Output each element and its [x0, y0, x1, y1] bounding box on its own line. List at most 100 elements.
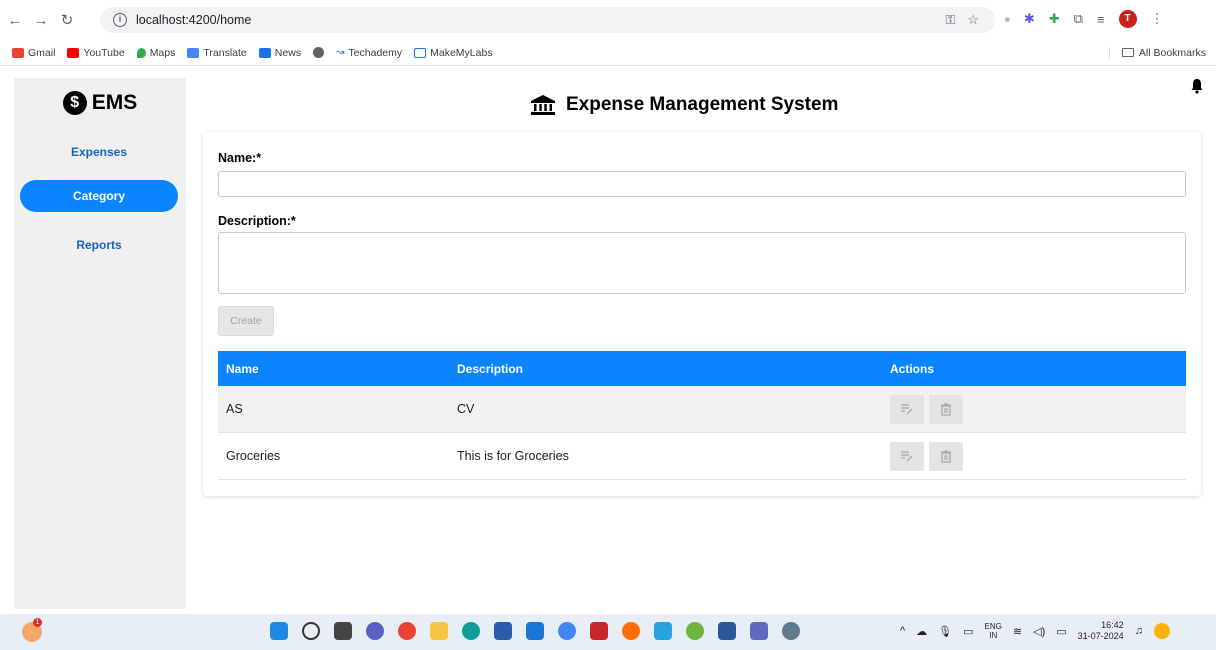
cell-actions — [882, 441, 1186, 471]
address-bar[interactable]: i localhost:4200/home ⚿ ☆ — [100, 7, 995, 33]
category-card: Name:* Description:* Create Name Descrip… — [203, 132, 1201, 496]
bookmark-maps[interactable]: Maps — [136, 47, 175, 59]
settings-gear-icon[interactable] — [782, 622, 800, 640]
vscode-icon[interactable] — [526, 622, 544, 640]
extension-icon[interactable]: ✱ — [1024, 11, 1035, 27]
delete-button[interactable] — [929, 394, 963, 424]
sidebar-item-reports[interactable]: Reports — [20, 229, 178, 261]
reload-icon[interactable]: ↻ — [56, 11, 78, 29]
bookmark-translate[interactable]: Translate — [187, 47, 247, 59]
folder-icon — [1121, 48, 1134, 57]
postman-icon[interactable] — [622, 622, 640, 640]
word-icon[interactable] — [718, 622, 736, 640]
store-icon[interactable] — [494, 622, 512, 640]
language-indicator[interactable]: ENG IN — [985, 622, 1002, 640]
url-text[interactable]: localhost:4200/home — [136, 13, 251, 27]
notification-bell-icon[interactable]: ♫ — [1135, 625, 1143, 637]
cell-actions — [882, 394, 1186, 424]
all-bookmarks[interactable]: All Bookmarks — [1108, 46, 1206, 59]
edit-icon — [901, 404, 913, 415]
bookmark-gmail[interactable]: Gmail — [12, 47, 55, 59]
bookmark-star-icon[interactable]: ☆ — [967, 12, 979, 28]
chrome-icon[interactable] — [398, 622, 416, 640]
app-root: $ EMS Expenses Category Reports Expense … — [0, 66, 1216, 614]
maps-icon — [136, 47, 146, 58]
sidebar-item-expenses[interactable]: Expenses — [20, 136, 178, 168]
edit-button[interactable] — [890, 441, 924, 471]
bookmark-makemylabs[interactable]: MakeMyLabs — [414, 47, 493, 59]
menu-kebab-icon[interactable]: ⋮ — [1151, 11, 1164, 27]
task-view-icon[interactable] — [334, 622, 352, 640]
display-icon[interactable]: ▭ — [963, 625, 973, 638]
sidebar-item-category[interactable]: Category — [20, 180, 178, 212]
globe-icon — [313, 47, 325, 58]
name-input[interactable] — [218, 171, 1186, 197]
edge-icon[interactable] — [462, 622, 480, 640]
microphone-icon[interactable]: 🎙 — [938, 625, 952, 638]
bookmark-youtube[interactable]: YouTube — [67, 47, 125, 59]
trash-icon — [941, 449, 951, 463]
clock[interactable]: 16:42 31-07-2024 — [1078, 620, 1124, 642]
gmail-icon — [12, 47, 24, 58]
windows-taskbar: 1 ^ ☁ 🎙 ▭ ENG IN ≋ ◁) ▭ 16:42 31-07-2024… — [0, 614, 1216, 650]
edit-icon — [901, 451, 913, 462]
site-info-icon[interactable]: i — [113, 13, 127, 27]
techademy-icon: ↝ — [336, 47, 345, 58]
profile-avatar[interactable]: T — [1118, 10, 1137, 28]
teams-icon[interactable] — [366, 622, 384, 640]
page-title-text: Expense Management System — [566, 94, 839, 115]
description-textarea[interactable] — [218, 232, 1186, 294]
app-icon[interactable] — [558, 622, 576, 640]
bookmark-techademy[interactable]: ↝ Techademy — [336, 47, 402, 59]
table-row: Groceries This is for Groceries — [218, 433, 1186, 480]
snipping-icon[interactable] — [750, 622, 768, 640]
cell-name: AS — [226, 402, 243, 416]
bookmarks-bar: Gmail YouTube Maps Translate News ↝ Techa… — [0, 40, 1216, 66]
cell-name: Groceries — [226, 449, 281, 463]
start-icon[interactable] — [270, 622, 288, 640]
description-label: Description:* — [218, 214, 296, 228]
extension-icon[interactable]: ✚ — [1049, 11, 1060, 27]
mcafee-icon[interactable] — [590, 622, 608, 640]
makemylabs-icon — [414, 47, 427, 58]
translate-icon — [187, 47, 200, 58]
file-explorer-icon[interactable] — [430, 622, 448, 640]
table-header: Name Description Actions — [218, 351, 1186, 386]
table-row: AS CV — [218, 386, 1186, 433]
cell-description: This is for Groceries — [457, 449, 569, 463]
header-description: Description — [457, 361, 524, 376]
edit-button[interactable] — [890, 394, 924, 424]
bookmark-globe[interactable] — [313, 47, 325, 58]
battery-icon[interactable]: ▭ — [1056, 625, 1066, 638]
chevron-up-icon[interactable]: ^ — [900, 625, 905, 637]
extension-icon[interactable]: ■ — [1005, 15, 1010, 24]
extensions-puzzle-icon[interactable]: ⧉ — [1074, 11, 1083, 27]
app-logo: $ EMS — [14, 91, 186, 115]
password-key-icon[interactable]: ⚿ — [945, 12, 955, 28]
wifi-icon[interactable]: ≋ — [1013, 625, 1022, 638]
back-icon[interactable]: ← — [4, 12, 26, 29]
browser-toolbar: ← → ↻ i localhost:4200/home ⚿ ☆ ■ ✱ ✚ ⧉ … — [0, 0, 1216, 40]
reading-list-icon[interactable]: ≡ — [1097, 12, 1105, 27]
notification-badge: 1 — [33, 618, 42, 627]
volume-icon[interactable]: ◁) — [1033, 625, 1045, 638]
trash-icon — [941, 402, 951, 416]
logo-text: EMS — [91, 91, 138, 114]
onedrive-icon[interactable]: ☁ — [916, 625, 927, 638]
mysql-icon[interactable] — [654, 622, 672, 640]
name-label: Name:* — [218, 151, 262, 165]
search-icon[interactable] — [302, 622, 320, 640]
delete-button[interactable] — [929, 441, 963, 471]
copilot-icon[interactable] — [1153, 623, 1170, 639]
bank-icon — [531, 95, 555, 115]
dollar-icon: $ — [62, 91, 87, 115]
bookmark-news[interactable]: News — [258, 47, 301, 59]
cell-description: CV — [457, 402, 475, 416]
create-button[interactable]: Create — [218, 306, 274, 336]
taskbar-apps — [270, 622, 800, 640]
youtube-icon — [67, 47, 80, 58]
sidebar: $ EMS Expenses Category Reports — [14, 78, 186, 609]
bell-icon[interactable] — [1190, 78, 1204, 94]
spring-icon[interactable] — [686, 622, 704, 640]
forward-icon[interactable]: → — [30, 12, 52, 29]
